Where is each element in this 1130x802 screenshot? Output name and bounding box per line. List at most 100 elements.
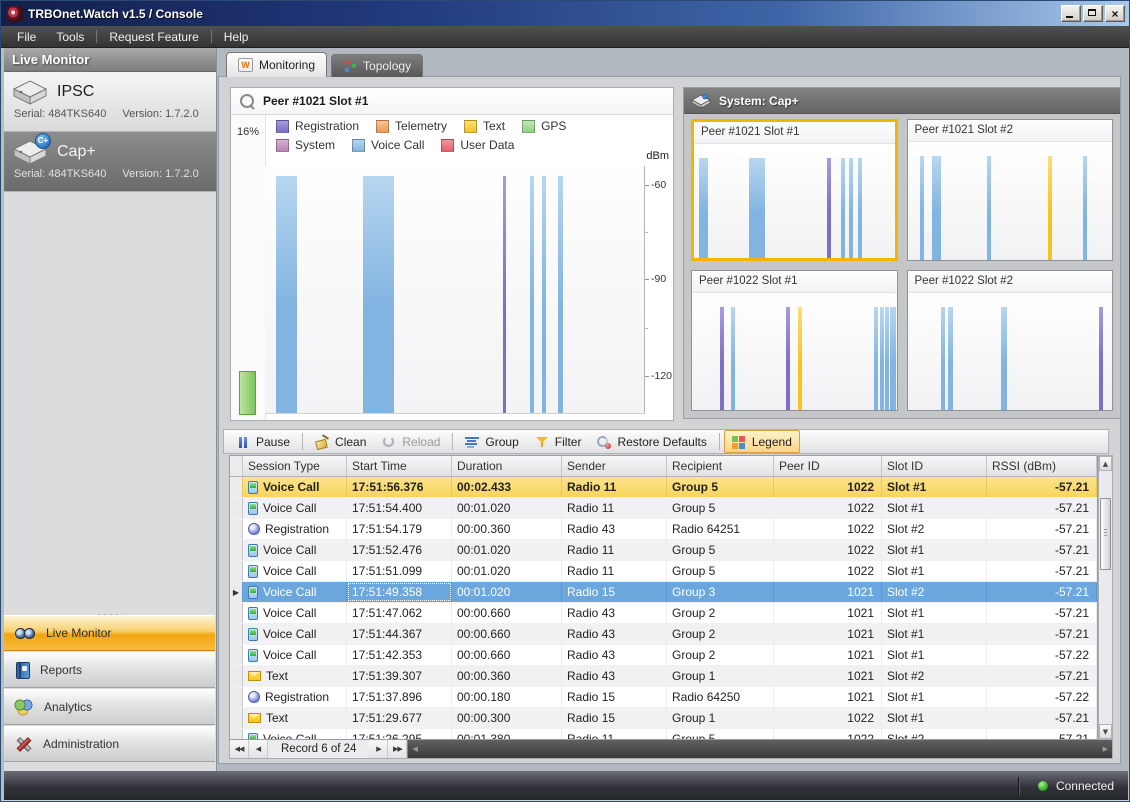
utilization-percent: 16% — [231, 126, 265, 138]
menu-item-file[interactable]: File — [7, 26, 46, 48]
table-row[interactable]: Voice Call17:51:52.47600:01.020Radio 11G… — [230, 540, 1097, 561]
mini-chart-peer-1021-slot-1[interactable]: Peer #1021 Slot #1 — [691, 119, 898, 261]
main-chart-plot[interactable] — [265, 166, 645, 414]
table-header-row: Session TypeStart TimeDurationSenderReci… — [230, 456, 1097, 477]
axis-tick — [645, 376, 649, 377]
table-row[interactable]: Voice Call17:51:47.06200:00.660Radio 43G… — [230, 603, 1097, 624]
column-header-session-type[interactable]: Session Type — [243, 456, 347, 476]
tab-monitoring[interactable]: Monitoring — [226, 52, 327, 77]
main-area: MonitoringTopology Peer #1021 Slot #1 16… — [217, 48, 1128, 771]
menu-item-tools[interactable]: Tools — [46, 26, 94, 48]
toolbar-button-label: Group — [485, 435, 518, 449]
sidebar-item-reports[interactable]: Reports — [4, 652, 215, 688]
waveform-icon — [238, 58, 253, 72]
mini-chart-title: Peer #1021 Slot #2 — [908, 120, 1113, 142]
table-row[interactable]: Text17:51:39.30700:00.360Radio 43Group 1… — [230, 666, 1097, 687]
sidebar-item-analytics[interactable]: Analytics — [4, 689, 215, 725]
window-title: TRBOnet.Watch v1.5 / Console — [28, 7, 203, 21]
restore-defaults-button[interactable]: Restore Defaults — [589, 430, 714, 453]
axis-tick-label: -60 — [651, 179, 666, 191]
table-vertical-scrollbar[interactable]: ▲ ▼ — [1098, 455, 1113, 740]
legend-label: Telemetry — [395, 119, 447, 133]
table-row[interactable]: Voice Call17:51:51.09900:01.020Radio 11G… — [230, 561, 1097, 582]
table-horizontal-scrollbar[interactable]: ◀ ▶ — [407, 740, 1112, 758]
group-button[interactable]: Group — [457, 430, 526, 453]
mini-chart-peer-1022-slot-2[interactable]: Peer #1022 Slot #2 — [907, 270, 1114, 412]
minimize-button[interactable] — [1061, 5, 1081, 22]
table-toolbar: Pause CleanReload Group Filter Restore Defau… — [223, 429, 1109, 454]
session-table: Session TypeStart TimeDurationSenderReci… — [229, 455, 1098, 740]
table-row[interactable]: Voice Call17:51:44.36700:00.660Radio 43G… — [230, 624, 1097, 645]
menu-item-request-feature[interactable]: Request Feature — [99, 26, 208, 48]
cell-session-type: Voice Call — [243, 582, 347, 602]
toolbar-button-label: Pause — [256, 435, 290, 449]
legend-swatch-icon — [464, 120, 477, 133]
legend-item-user-data: User Data — [441, 138, 514, 152]
session-bar-voice-call — [858, 158, 862, 258]
column-header-start-time[interactable]: Start Time — [347, 456, 452, 476]
table-row[interactable]: Voice Call17:51:26.29500:01.380Radio 11G… — [230, 729, 1097, 740]
table-row[interactable]: Voice Call17:51:42.35300:00.660Radio 43G… — [230, 645, 1097, 666]
table-row[interactable]: Voice Call17:51:56.37600:02.433Radio 11G… — [230, 477, 1097, 498]
clean-button[interactable]: Clean — [307, 430, 374, 453]
table-row[interactable]: Registration17:51:54.17900:00.360Radio 4… — [230, 519, 1097, 540]
maximize-button[interactable] — [1083, 5, 1103, 22]
cell-recipient: Group 2 — [667, 603, 774, 623]
reload-button[interactable]: Reload — [374, 430, 448, 453]
column-header-sender[interactable]: Sender — [562, 456, 667, 476]
column-header-duration[interactable]: Duration — [452, 456, 562, 476]
cell-start-time: 17:51:54.179 — [347, 519, 452, 539]
mini-chart-plot — [692, 293, 897, 411]
cell-session-type: Voice Call — [243, 540, 347, 560]
device-cap[interactable]: C+Cap+Serial: 484TKS640Version: 1.7.2.0 — [4, 132, 216, 192]
pause-button[interactable]: Pause — [228, 430, 298, 453]
cell-sender: Radio 11 — [562, 498, 667, 518]
column-header-recipient[interactable]: Recipient — [667, 456, 774, 476]
mini-chart-plot — [908, 142, 1113, 260]
legend-button[interactable]: Legend — [724, 430, 800, 453]
scroll-left-icon[interactable]: ◀ — [412, 745, 417, 753]
session-bar-voice-call — [542, 176, 546, 413]
sidebar-item-administration[interactable]: Administration — [4, 726, 215, 762]
menu-separator — [211, 30, 212, 43]
column-header-peer-id[interactable]: Peer ID — [774, 456, 882, 476]
cell-slot-id: Slot #1 — [882, 708, 987, 728]
previous-record-button[interactable]: ◀ — [249, 740, 268, 758]
cell-recipient: Group 5 — [667, 477, 774, 497]
filter-button[interactable]: Filter — [527, 430, 590, 453]
menu-item-help[interactable]: Help — [214, 26, 259, 48]
cell-sender: Radio 15 — [562, 687, 667, 707]
session-bar-voice-call — [749, 158, 764, 258]
scrollbar-thumb[interactable] — [1100, 498, 1111, 570]
close-button[interactable]: × — [1105, 5, 1125, 22]
axis-tick-label: -120 — [651, 370, 672, 382]
column-header-slot-id[interactable]: Slot ID — [882, 456, 987, 476]
cell-sender: Radio 43 — [562, 666, 667, 686]
mini-chart-peer-1021-slot-2[interactable]: Peer #1021 Slot #2 — [907, 119, 1114, 261]
device-version: Version: 1.7.2.0 — [122, 168, 198, 180]
mini-chart-peer-1022-slot-1[interactable]: Peer #1022 Slot #1 — [691, 270, 898, 412]
scroll-down-icon[interactable]: ▼ — [1099, 724, 1112, 739]
device-ipsc[interactable]: IPSCSerial: 484TKS640Version: 1.7.2.0 — [4, 72, 216, 132]
sidebar-item-live-monitor[interactable]: Live Monitor — [4, 615, 215, 651]
cell-start-time: 17:51:39.307 — [347, 666, 452, 686]
device-icon — [12, 78, 48, 105]
next-record-button[interactable]: ▶ — [369, 740, 388, 758]
table-row[interactable]: Voice Call17:51:49.35800:01.020Radio 15G… — [230, 582, 1097, 603]
registration-icon — [248, 691, 260, 703]
first-record-button[interactable]: ◀◀ — [230, 740, 249, 758]
table-row[interactable]: Registration17:51:37.89600:00.180Radio 1… — [230, 687, 1097, 708]
table-row[interactable]: Text17:51:29.67700:00.300Radio 15Group 1… — [230, 708, 1097, 729]
scroll-right-icon[interactable]: ▶ — [1103, 745, 1108, 753]
tab-topology[interactable]: Topology — [331, 54, 423, 77]
column-header-rssi-dbm[interactable]: RSSI (dBm) — [987, 456, 1097, 476]
table-row[interactable]: Voice Call17:51:54.40000:01.020Radio 11G… — [230, 498, 1097, 519]
toolbar-button-label: Filter — [555, 435, 582, 449]
title-bar: TRBOnet.Watch v1.5 / Console × — [1, 1, 1129, 26]
session-bar-text — [1048, 156, 1052, 259]
cell-duration: 00:01.020 — [452, 582, 562, 602]
scroll-up-icon[interactable]: ▲ — [1099, 456, 1112, 471]
last-record-button[interactable]: ▶▶ — [388, 740, 407, 758]
row-selector-header — [230, 456, 243, 476]
session-bar-text — [798, 307, 802, 410]
